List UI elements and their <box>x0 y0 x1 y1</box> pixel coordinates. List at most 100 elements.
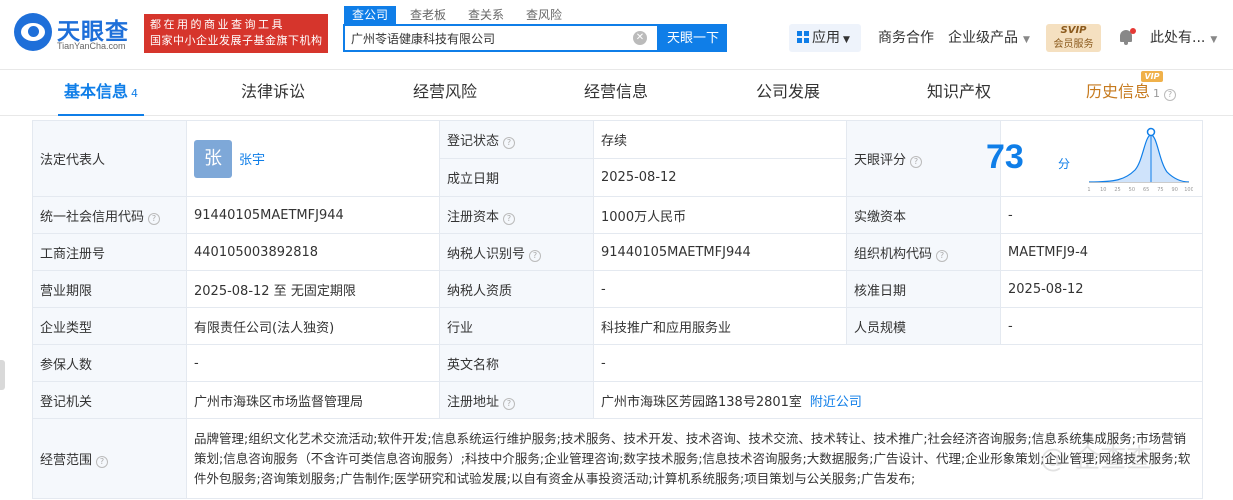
taxpayer-quality-label: 纳税人资质 <box>439 270 594 308</box>
tab-development[interactable]: 公司发展 <box>756 70 820 116</box>
legal-rep-label: 法定代表人 <box>32 120 187 197</box>
banner-line-1: 都在用的商业查询工具 <box>150 18 285 31</box>
approve-date-label: 核准日期 <box>846 270 1001 308</box>
help-icon[interactable]: ? <box>910 156 923 168</box>
reg-capital-label: 注册资本 <box>447 209 500 225</box>
help-icon[interactable]: ? <box>529 249 542 262</box>
score-tick-label: 50 <box>1129 187 1135 193</box>
biz-term-label: 营业期限 <box>32 270 187 308</box>
legal-rep-name[interactable]: 张宇 <box>239 153 265 168</box>
tab-operations[interactable]: 经营信息 <box>584 70 648 116</box>
legal-rep-cell: 张张宇 <box>186 120 440 197</box>
biz-reg-no-label: 工商注册号 <box>32 233 187 271</box>
table-row: 经营范围? 品牌管理;组织文化艺术交流活动;软件开发;信息系统运行维护服务;技术… <box>32 418 1203 499</box>
user-menu[interactable]: 此处有... ▼ <box>1150 24 1217 52</box>
reg-address-label: 注册地址 <box>447 394 500 410</box>
nav-enterprise-label: 企业级产品 <box>948 30 1018 46</box>
table-row: 登记机关 广州市海珠区市场监督管理局 注册地址? 广州市海珠区芳园路138号28… <box>32 381 1203 419</box>
score-label-cell: 天眼评分? <box>846 120 1001 197</box>
tab-ip[interactable]: 知识产权 <box>927 70 991 116</box>
help-icon[interactable]: ? <box>503 397 516 410</box>
tab-risk[interactable]: 经营风险 <box>413 70 477 116</box>
insured-value: - <box>186 344 440 382</box>
score-ticks: 1 10 25 50 65 75 90 100 <box>1087 187 1193 193</box>
nav-enterprise-products[interactable]: 企业级产品 ▼ <box>948 24 1030 52</box>
reg-status-label: 登记状态 <box>447 134 500 149</box>
paid-capital-label: 实缴资本 <box>846 196 1001 234</box>
nav-business[interactable]: 商务合作 <box>878 24 934 52</box>
approve-date-value: 2025-08-12 <box>1000 270 1203 308</box>
staff-size-label: 人员规模 <box>846 307 1001 345</box>
score-unit: 分 <box>1058 157 1071 171</box>
found-date-value: 2025-08-12 <box>593 158 847 197</box>
score-tick-label: 65 <box>1143 187 1149 193</box>
search-tab-risk[interactable]: 查风险 <box>518 6 570 24</box>
search-button[interactable]: 天眼一下 <box>659 24 727 52</box>
table-row: 统一社会信用代码? 91440105MAETMFJ944 注册资本? 1000万… <box>32 196 1203 234</box>
paid-capital-value: - <box>1000 196 1203 234</box>
promo-banner[interactable]: 都在用的商业查询工具 国家中小企业发展子基金旗下机构 <box>144 14 328 53</box>
credit-code-label-cell: 统一社会信用代码? <box>32 196 187 234</box>
svip-button[interactable]: SVIP 会员服务 <box>1046 24 1101 52</box>
search-input[interactable] <box>345 26 625 50</box>
clear-icon[interactable]: ✕ <box>633 31 647 45</box>
score-tick-label: 1 <box>1087 187 1090 193</box>
search-box: ✕ <box>343 24 659 52</box>
tab-history-count: 1 <box>1153 87 1160 100</box>
tianyancha-logo[interactable]: 天眼查 TianYanCha.com <box>14 10 139 56</box>
score-value: 73 <box>986 138 1024 176</box>
help-icon[interactable]: ? <box>503 137 516 149</box>
table-row: 参保人数 - 英文名称 - <box>32 344 1203 382</box>
section-tabs: 基本信息 4 法律诉讼 经营风险 经营信息 公司发展 知识产权 历史信息 1? <box>0 70 1233 116</box>
help-icon[interactable]: ? <box>96 456 109 468</box>
org-code-value: MAETMFJ9-4 <box>1000 233 1203 271</box>
reg-capital-label-cell: 注册资本? <box>439 196 594 234</box>
scroll-handle[interactable] <box>0 360 5 390</box>
biz-reg-no-value: 440105003892818 <box>186 233 440 271</box>
reg-address-cell: 广州市海珠区芳园路138号2801室 附近公司 <box>593 381 1203 419</box>
score-tick-label: 90 <box>1172 187 1178 193</box>
reg-status-value: 存续 <box>593 120 847 159</box>
score-label: 天眼评分 <box>854 153 907 168</box>
top-header: 天眼查 TianYanCha.com 都在用的商业查询工具 国家中小企业发展子基… <box>0 0 1233 70</box>
avatar[interactable]: 张 <box>194 139 232 178</box>
tab-legal[interactable]: 法律诉讼 <box>241 70 305 116</box>
chevron-down-icon: ▼ <box>1023 35 1030 45</box>
basic-info-table: 法定代表人 张张宇 登记状态? 存续 天眼评分? 成立日期 2025-08-12… <box>32 120 1203 499</box>
help-icon[interactable]: ? <box>936 249 949 262</box>
table-row: 企业类型 有限责任公司(法人独资) 行业 科技推广和应用服务业 人员规模 - <box>32 307 1203 345</box>
score-tick-label: 100 <box>1184 187 1193 193</box>
credit-code-label: 统一社会信用代码 <box>40 209 145 225</box>
help-icon[interactable]: ? <box>148 212 161 225</box>
svip-sub: 会员服务 <box>1053 39 1094 50</box>
staff-size-value: - <box>1000 307 1203 345</box>
scope-label: 经营范围 <box>40 453 93 468</box>
tab-history[interactable]: 历史信息 1? <box>1085 70 1177 116</box>
tab-basic-info[interactable]: 基本信息 4 <box>58 70 144 116</box>
english-name-value: - <box>593 344 1203 382</box>
apps-label: 应用 <box>812 30 840 46</box>
search-tab-relation[interactable]: 查关系 <box>460 6 512 24</box>
search-tab-company[interactable]: 查公司 <box>344 6 397 24</box>
org-code-label: 组织机构代码 <box>854 246 933 262</box>
help-icon[interactable]: ? <box>503 212 516 225</box>
reg-status-label-cell: 登记状态? <box>439 120 594 159</box>
tab-history-label: 历史信息 <box>1085 82 1150 101</box>
logo-subtitle: TianYanCha.com <box>57 41 126 51</box>
score-curve-fill <box>1089 135 1189 182</box>
reg-authority-value: 广州市海珠区市场监督管理局 <box>186 381 440 419</box>
score-marker-dot <box>1146 127 1156 137</box>
company-type-value: 有限责任公司(法人独资) <box>186 307 440 345</box>
search-type-tabs: 查公司 查老板 查关系 查风险 <box>344 6 576 24</box>
help-icon[interactable]: ? <box>1164 89 1176 101</box>
apps-menu-button[interactable]: 应用 ▼ <box>789 24 861 52</box>
bell-icon[interactable] <box>1118 28 1136 46</box>
watermark-text: @ 企查查 <box>1040 444 1153 474</box>
credit-code-value: 91440105MAETMFJ944 <box>186 196 440 234</box>
reg-capital-value: 1000万人民币 <box>593 196 847 234</box>
eye-logo-icon <box>14 13 52 51</box>
insured-label: 参保人数 <box>32 344 187 382</box>
search-tab-boss[interactable]: 查老板 <box>402 6 454 24</box>
nearby-companies-link[interactable]: 附近公司 <box>810 395 862 410</box>
taxpayer-id-label-cell: 纳税人识别号? <box>439 233 594 271</box>
